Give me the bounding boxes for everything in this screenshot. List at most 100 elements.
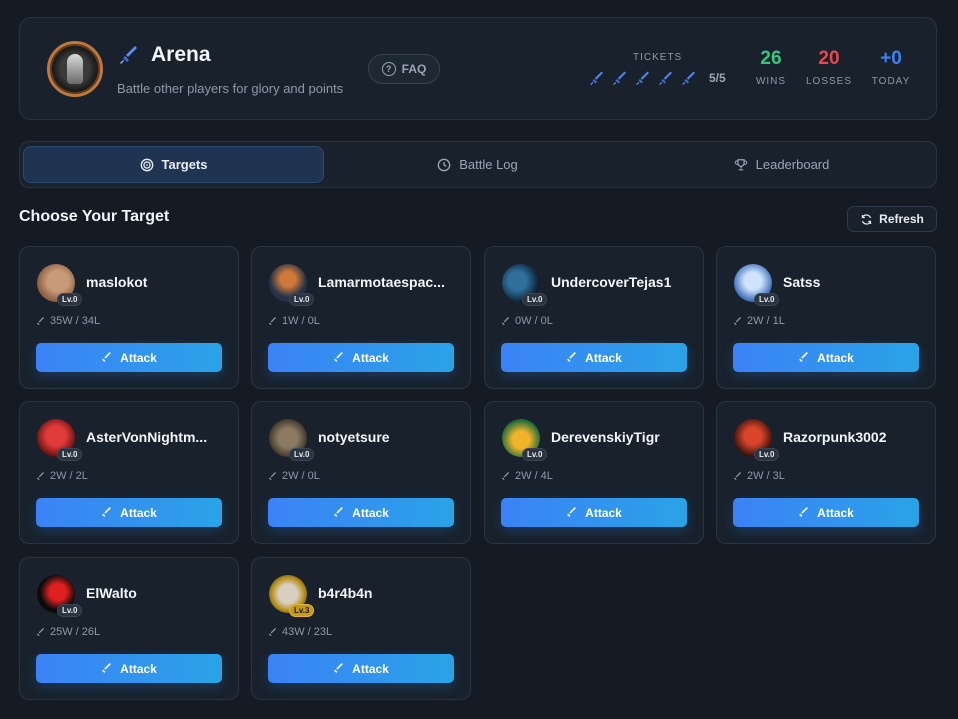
level-badge: Lv.0 [57,604,83,617]
player-name: AsterVonNightm... [86,429,208,445]
sword-small-icon [733,316,742,325]
player-card: Lv.0 DerevenskiyTigr 2W / 4L Attack [484,401,704,544]
stat-today: +0 TODAY [862,48,920,87]
player-record: 43W / 23L [268,626,332,638]
sword-icon [567,507,577,517]
refresh-button[interactable]: Refresh [847,206,937,232]
player-card: Lv.0 notyetsure 2W / 0L Attack [251,401,471,544]
page-subtitle: Battle other players for glory and point… [117,81,344,96]
sword-icon [334,663,344,673]
stat-today-label: TODAY [871,76,911,87]
attack-button[interactable]: Attack [733,343,919,372]
level-badge: Lv.0 [754,448,780,461]
attack-button[interactable]: Attack [36,654,222,683]
player-record-text: 25W / 26L [50,626,101,638]
refresh-icon [861,213,872,225]
attack-label: Attack [352,350,389,365]
sword-small-icon [36,627,45,636]
attack-button[interactable]: Attack [268,498,454,527]
attack-button[interactable]: Attack [268,343,454,372]
stat-losses-label: LOSSES [805,76,853,87]
attack-button[interactable]: Attack [36,343,222,372]
stat-wins-label: WINS [755,76,787,87]
sword-icon [799,507,809,517]
level-badge: Lv.0 [522,448,548,461]
player-card: Lv.0 ElWalto 25W / 26L Attack [19,557,239,700]
stat-wins-value: 26 [760,48,782,69]
sword-small-icon [733,471,742,480]
stat-wins: 26 WINS [742,48,800,87]
section-title: Choose Your Target [19,208,170,225]
player-card: Lv.3 b4r4b4n 43W / 23L Attack [251,557,471,700]
player-card: Lv.0 maslokot 35W / 34L Attack [19,246,239,389]
sword-icon [120,46,137,64]
player-card: Lv.0 Satss 2W / 1L Attack [716,246,936,389]
player-name: DerevenskiyTigr [551,429,660,445]
sword-icon [102,507,112,517]
tickets-label: TICKETS [633,52,683,63]
level-badge: Lv.0 [754,293,780,306]
refresh-label: Refresh [879,212,924,226]
stat-losses-value: 20 [818,48,840,69]
player-card: Lv.0 AsterVonNightm... 2W / 2L Attack [19,401,239,544]
level-badge: Lv.0 [289,293,315,306]
tab-battle-log[interactable]: Battle Log [327,146,628,183]
player-record: 2W / 2L [36,470,88,482]
player-record-text: 43W / 23L [282,626,333,638]
player-record: 2W / 4L [501,470,553,482]
stat-today-value: +0 [880,48,902,69]
ticket-sword-icon [613,71,626,85]
player-record: 2W / 1L [733,315,785,327]
player-name: Lamarmotaespac... [318,274,445,290]
player-record: 0W / 0L [501,315,553,327]
tab-leaderboard[interactable]: Leaderboard [631,146,932,183]
player-name: notyetsure [318,429,390,445]
trophy-icon [734,158,747,170]
player-name: b4r4b4n [318,585,373,601]
tickets-row [588,70,698,88]
player-record: 2W / 3L [733,470,785,482]
attack-button[interactable]: Attack [268,654,454,683]
attack-label: Attack [120,505,157,520]
ticket-sword-icon [636,71,649,85]
sword-icon [102,663,112,673]
player-name: maslokot [86,274,148,290]
sword-small-icon [268,627,277,636]
sword-small-icon [501,316,510,325]
sword-small-icon [268,316,277,325]
sword-icon [799,352,809,362]
attack-label: Attack [585,350,622,365]
ticket-sword-icon [682,71,695,85]
player-name: Satss [783,274,821,290]
sword-icon [102,352,112,362]
sword-icon [334,352,344,362]
tab-bar: Targets Battle Log Leaderboard [19,141,937,188]
tab-leaderboard-label: Leaderboard [755,157,830,172]
attack-label: Attack [585,505,622,520]
sword-small-icon [268,471,277,480]
level-badge: Lv.0 [57,293,83,306]
attack-button[interactable]: Attack [733,498,919,527]
faq-button[interactable]: ? FAQ [368,54,440,84]
player-record: 35W / 34L [36,315,100,327]
attack-label: Attack [817,350,854,365]
player-record: 1W / 0L [268,315,320,327]
tab-targets[interactable]: Targets [23,146,324,183]
tab-targets-label: Targets [161,157,208,172]
target-icon [140,158,153,171]
stat-losses: 20 LOSSES [800,48,858,87]
player-record: 25W / 26L [36,626,100,638]
attack-button[interactable]: Attack [501,343,687,372]
sword-small-icon [36,316,45,325]
user-avatar [47,41,103,97]
player-record-text: 35W / 34L [50,315,101,327]
sword-small-icon [36,471,45,480]
player-card: Lv.0 Lamarmotaespac... 1W / 0L Attack [251,246,471,389]
attack-button[interactable]: Attack [36,498,222,527]
attack-button[interactable]: Attack [501,498,687,527]
help-icon: ? [381,62,396,76]
attack-label: Attack [120,661,157,676]
tab-battle-log-label: Battle Log [459,157,518,172]
arena-header: Arena Battle other players for glory and… [19,17,937,120]
sword-icon [567,352,577,362]
